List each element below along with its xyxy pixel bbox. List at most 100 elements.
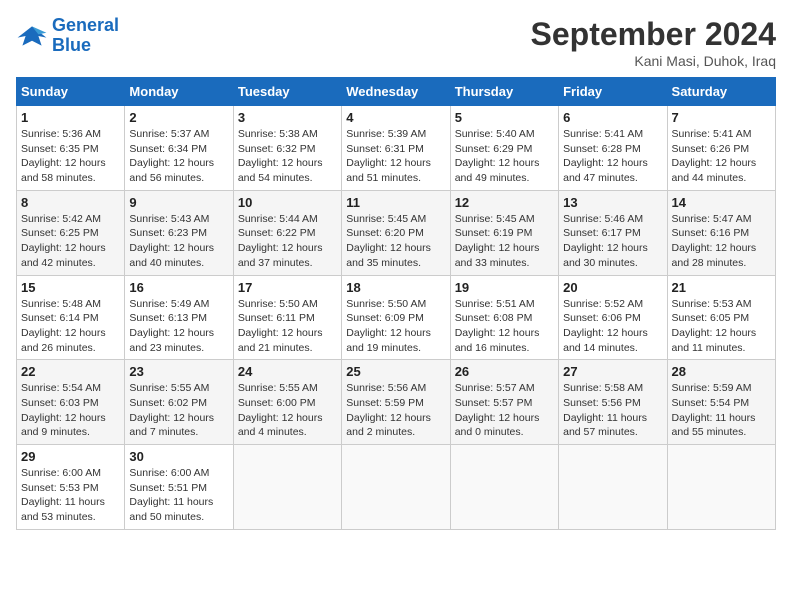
day-number: 7 (672, 110, 771, 125)
day-number: 25 (346, 364, 445, 379)
table-row: 1 Sunrise: 5:36 AM Sunset: 6:35 PM Dayli… (17, 106, 125, 191)
day-info: Sunrise: 5:55 AM Sunset: 6:00 PM Dayligh… (238, 381, 337, 440)
day-info: Sunrise: 5:45 AM Sunset: 6:19 PM Dayligh… (455, 212, 554, 271)
table-row: 9 Sunrise: 5:43 AM Sunset: 6:23 PM Dayli… (125, 190, 233, 275)
col-tuesday: Tuesday (233, 78, 341, 106)
day-info: Sunrise: 6:00 AM Sunset: 5:53 PM Dayligh… (21, 466, 120, 525)
day-info: Sunrise: 5:59 AM Sunset: 5:54 PM Dayligh… (672, 381, 771, 440)
calendar-week-row: 8 Sunrise: 5:42 AM Sunset: 6:25 PM Dayli… (17, 190, 776, 275)
table-row: 30 Sunrise: 6:00 AM Sunset: 5:51 PM Dayl… (125, 445, 233, 530)
day-number: 2 (129, 110, 228, 125)
day-info: Sunrise: 5:48 AM Sunset: 6:14 PM Dayligh… (21, 297, 120, 356)
table-row (667, 445, 775, 530)
table-row: 12 Sunrise: 5:45 AM Sunset: 6:19 PM Dayl… (450, 190, 558, 275)
calendar-week-row: 22 Sunrise: 5:54 AM Sunset: 6:03 PM Dayl… (17, 360, 776, 445)
col-saturday: Saturday (667, 78, 775, 106)
table-row: 20 Sunrise: 5:52 AM Sunset: 6:06 PM Dayl… (559, 275, 667, 360)
day-number: 16 (129, 280, 228, 295)
logo: General Blue (16, 16, 119, 56)
day-info: Sunrise: 5:37 AM Sunset: 6:34 PM Dayligh… (129, 127, 228, 186)
col-monday: Monday (125, 78, 233, 106)
day-info: Sunrise: 5:45 AM Sunset: 6:20 PM Dayligh… (346, 212, 445, 271)
day-number: 8 (21, 195, 120, 210)
day-info: Sunrise: 5:51 AM Sunset: 6:08 PM Dayligh… (455, 297, 554, 356)
title-block: September 2024 Kani Masi, Duhok, Iraq (531, 16, 776, 69)
table-row: 13 Sunrise: 5:46 AM Sunset: 6:17 PM Dayl… (559, 190, 667, 275)
col-thursday: Thursday (450, 78, 558, 106)
table-row: 3 Sunrise: 5:38 AM Sunset: 6:32 PM Dayli… (233, 106, 341, 191)
day-info: Sunrise: 5:44 AM Sunset: 6:22 PM Dayligh… (238, 212, 337, 271)
table-row: 27 Sunrise: 5:58 AM Sunset: 5:56 PM Dayl… (559, 360, 667, 445)
table-row: 8 Sunrise: 5:42 AM Sunset: 6:25 PM Dayli… (17, 190, 125, 275)
logo-icon (16, 20, 48, 52)
day-number: 9 (129, 195, 228, 210)
col-sunday: Sunday (17, 78, 125, 106)
day-number: 10 (238, 195, 337, 210)
calendar-header-row: Sunday Monday Tuesday Wednesday Thursday… (17, 78, 776, 106)
day-info: Sunrise: 5:43 AM Sunset: 6:23 PM Dayligh… (129, 212, 228, 271)
table-row (559, 445, 667, 530)
calendar-week-row: 15 Sunrise: 5:48 AM Sunset: 6:14 PM Dayl… (17, 275, 776, 360)
calendar-table: Sunday Monday Tuesday Wednesday Thursday… (16, 77, 776, 530)
calendar-week-row: 1 Sunrise: 5:36 AM Sunset: 6:35 PM Dayli… (17, 106, 776, 191)
day-number: 20 (563, 280, 662, 295)
day-number: 18 (346, 280, 445, 295)
table-row: 23 Sunrise: 5:55 AM Sunset: 6:02 PM Dayl… (125, 360, 233, 445)
table-row: 29 Sunrise: 6:00 AM Sunset: 5:53 PM Dayl… (17, 445, 125, 530)
day-number: 24 (238, 364, 337, 379)
day-info: Sunrise: 6:00 AM Sunset: 5:51 PM Dayligh… (129, 466, 228, 525)
day-info: Sunrise: 5:58 AM Sunset: 5:56 PM Dayligh… (563, 381, 662, 440)
day-info: Sunrise: 5:50 AM Sunset: 6:11 PM Dayligh… (238, 297, 337, 356)
table-row: 18 Sunrise: 5:50 AM Sunset: 6:09 PM Dayl… (342, 275, 450, 360)
table-row: 28 Sunrise: 5:59 AM Sunset: 5:54 PM Dayl… (667, 360, 775, 445)
day-number: 23 (129, 364, 228, 379)
table-row: 19 Sunrise: 5:51 AM Sunset: 6:08 PM Dayl… (450, 275, 558, 360)
table-row: 21 Sunrise: 5:53 AM Sunset: 6:05 PM Dayl… (667, 275, 775, 360)
calendar-week-row: 29 Sunrise: 6:00 AM Sunset: 5:53 PM Dayl… (17, 445, 776, 530)
day-info: Sunrise: 5:55 AM Sunset: 6:02 PM Dayligh… (129, 381, 228, 440)
day-number: 14 (672, 195, 771, 210)
logo-text: General Blue (52, 16, 119, 56)
day-info: Sunrise: 5:38 AM Sunset: 6:32 PM Dayligh… (238, 127, 337, 186)
day-info: Sunrise: 5:46 AM Sunset: 6:17 PM Dayligh… (563, 212, 662, 271)
day-number: 3 (238, 110, 337, 125)
day-info: Sunrise: 5:50 AM Sunset: 6:09 PM Dayligh… (346, 297, 445, 356)
day-info: Sunrise: 5:42 AM Sunset: 6:25 PM Dayligh… (21, 212, 120, 271)
day-number: 22 (21, 364, 120, 379)
day-number: 29 (21, 449, 120, 464)
table-row: 4 Sunrise: 5:39 AM Sunset: 6:31 PM Dayli… (342, 106, 450, 191)
table-row: 5 Sunrise: 5:40 AM Sunset: 6:29 PM Dayli… (450, 106, 558, 191)
day-info: Sunrise: 5:47 AM Sunset: 6:16 PM Dayligh… (672, 212, 771, 271)
day-number: 21 (672, 280, 771, 295)
table-row: 17 Sunrise: 5:50 AM Sunset: 6:11 PM Dayl… (233, 275, 341, 360)
table-row: 22 Sunrise: 5:54 AM Sunset: 6:03 PM Dayl… (17, 360, 125, 445)
table-row: 6 Sunrise: 5:41 AM Sunset: 6:28 PM Dayli… (559, 106, 667, 191)
location: Kani Masi, Duhok, Iraq (531, 53, 776, 69)
day-info: Sunrise: 5:56 AM Sunset: 5:59 PM Dayligh… (346, 381, 445, 440)
day-info: Sunrise: 5:49 AM Sunset: 6:13 PM Dayligh… (129, 297, 228, 356)
day-number: 27 (563, 364, 662, 379)
table-row: 24 Sunrise: 5:55 AM Sunset: 6:00 PM Dayl… (233, 360, 341, 445)
day-info: Sunrise: 5:54 AM Sunset: 6:03 PM Dayligh… (21, 381, 120, 440)
table-row: 25 Sunrise: 5:56 AM Sunset: 5:59 PM Dayl… (342, 360, 450, 445)
day-number: 5 (455, 110, 554, 125)
day-number: 15 (21, 280, 120, 295)
table-row: 14 Sunrise: 5:47 AM Sunset: 6:16 PM Dayl… (667, 190, 775, 275)
day-info: Sunrise: 5:40 AM Sunset: 6:29 PM Dayligh… (455, 127, 554, 186)
day-info: Sunrise: 5:52 AM Sunset: 6:06 PM Dayligh… (563, 297, 662, 356)
day-info: Sunrise: 5:53 AM Sunset: 6:05 PM Dayligh… (672, 297, 771, 356)
col-friday: Friday (559, 78, 667, 106)
day-number: 6 (563, 110, 662, 125)
col-wednesday: Wednesday (342, 78, 450, 106)
table-row (342, 445, 450, 530)
day-number: 1 (21, 110, 120, 125)
day-number: 12 (455, 195, 554, 210)
day-info: Sunrise: 5:41 AM Sunset: 6:26 PM Dayligh… (672, 127, 771, 186)
day-info: Sunrise: 5:36 AM Sunset: 6:35 PM Dayligh… (21, 127, 120, 186)
table-row: 10 Sunrise: 5:44 AM Sunset: 6:22 PM Dayl… (233, 190, 341, 275)
day-number: 11 (346, 195, 445, 210)
table-row (450, 445, 558, 530)
table-row: 16 Sunrise: 5:49 AM Sunset: 6:13 PM Dayl… (125, 275, 233, 360)
day-number: 13 (563, 195, 662, 210)
table-row: 15 Sunrise: 5:48 AM Sunset: 6:14 PM Dayl… (17, 275, 125, 360)
